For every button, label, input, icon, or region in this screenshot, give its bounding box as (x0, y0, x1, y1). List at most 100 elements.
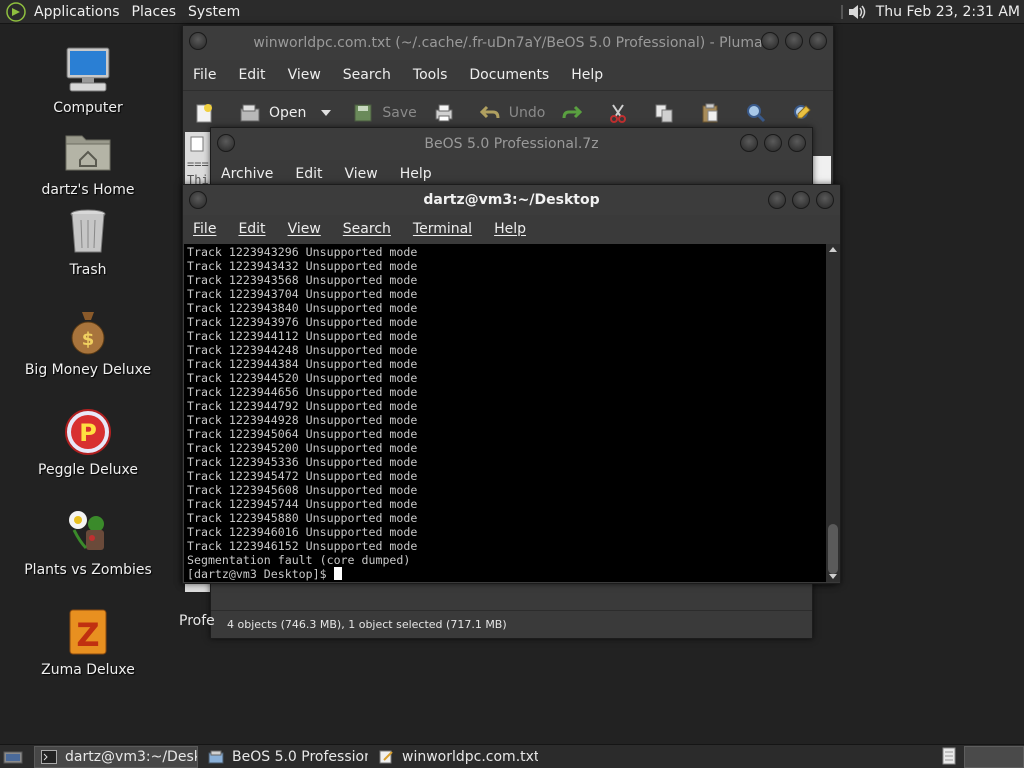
open-folder-icon (240, 104, 260, 121)
terminal-line: Track 1223946152 Unsupported mode (187, 539, 418, 553)
archive-titlebar[interactable]: BeOS 5.0 Professional.7z (211, 128, 812, 160)
menu-help[interactable]: Help (494, 221, 526, 237)
workspace-1[interactable] (964, 746, 1024, 768)
desktop-icon-zuma[interactable]: Z Zuma Deluxe (0, 608, 176, 678)
taskbar-item-archive[interactable]: BeOS 5.0 Profession... (202, 746, 368, 768)
terminal-output[interactable]: Track 1223943296 Unsupported mode Track 1… (184, 244, 826, 582)
scroll-down-icon[interactable] (826, 570, 840, 582)
desktop-icon-trash[interactable]: Trash (0, 208, 176, 278)
replace-button[interactable] (791, 102, 821, 124)
undo-label: Undo (508, 104, 546, 121)
peggle-icon: P (60, 408, 116, 456)
document-scrollbar[interactable] (813, 156, 831, 184)
maximize-button[interactable] (785, 32, 803, 50)
open-label: Open (269, 104, 307, 121)
open-button[interactable]: Open (239, 102, 336, 124)
system-menu[interactable]: System (188, 4, 240, 20)
minimize-button[interactable] (740, 134, 758, 152)
top-panel: Applications Places System Thu Feb 23, 2… (0, 0, 1024, 24)
volume-icon[interactable] (846, 2, 868, 22)
pluma-titlebar[interactable]: winworldpc.com.txt (~/.cache/.fr-uDn7aY/… (183, 26, 833, 60)
minimize-button[interactable] (761, 32, 779, 50)
terminal-line: Track 1223946016 Unsupported mode (187, 525, 418, 539)
menu-archive[interactable]: Archive (221, 166, 273, 182)
menu-edit[interactable]: Edit (238, 221, 265, 237)
terminal-line: Track 1223945064 Unsupported mode (187, 427, 418, 441)
redo-icon (562, 105, 583, 118)
menu-view[interactable]: View (288, 221, 321, 237)
window-menu-button[interactable] (217, 134, 235, 152)
menu-view[interactable]: View (288, 67, 321, 83)
menu-view[interactable]: View (345, 166, 378, 182)
document-tab-icon (190, 136, 204, 152)
save-icon (354, 104, 372, 121)
terminal-line: Track 1223945336 Unsupported mode (187, 455, 418, 469)
menu-help[interactable]: Help (571, 67, 603, 83)
close-button[interactable] (788, 134, 806, 152)
scroll-up-icon[interactable] (826, 244, 840, 256)
new-document-icon (196, 103, 212, 122)
taskbar-item-pluma[interactable]: winworldpc.com.txt ... (372, 746, 538, 768)
trash-icon (60, 208, 116, 256)
computer-icon (60, 46, 116, 94)
menu-search[interactable]: Search (343, 67, 391, 83)
terminal-line: Track 1223945608 Unsupported mode (187, 483, 418, 497)
menu-file[interactable]: File (193, 221, 216, 237)
menu-edit[interactable]: Edit (295, 166, 322, 182)
terminal-line: Track 1223945472 Unsupported mode (187, 469, 418, 483)
terminal-line: Track 1223944792 Unsupported mode (187, 399, 418, 413)
menu-help[interactable]: Help (400, 166, 432, 182)
maximize-button[interactable] (764, 134, 782, 152)
window-menu-button[interactable] (189, 191, 207, 209)
copy-button[interactable] (653, 102, 683, 124)
trash-applet-icon (942, 747, 956, 765)
workspace-switcher[interactable] (940, 746, 958, 768)
terminal-titlebar[interactable]: dartz@vm3:~/Desktop (183, 185, 840, 215)
terminal-line: Track 1223943432 Unsupported mode (187, 259, 418, 273)
distro-logo-icon[interactable] (6, 1, 26, 22)
archive-status-text: 4 objects (746.3 MB), 1 object selected … (227, 618, 507, 631)
taskbar-label: BeOS 5.0 Profession... (232, 748, 368, 765)
cut-button[interactable] (607, 102, 637, 124)
places-menu[interactable]: Places (132, 4, 177, 20)
close-button[interactable] (816, 191, 834, 209)
applications-menu[interactable]: Applications (34, 4, 120, 20)
find-button[interactable] (745, 102, 775, 124)
undo-button[interactable]: Undo (479, 102, 546, 124)
menu-file[interactable]: File (193, 67, 216, 83)
menu-tools[interactable]: Tools (413, 67, 448, 83)
terminal-scrollbar[interactable] (826, 244, 840, 582)
desktop-icon-computer[interactable]: Computer (0, 46, 176, 116)
desktop-icon-plants[interactable]: Plants vs Zombies (0, 508, 176, 578)
paste-button[interactable] (699, 102, 729, 124)
new-document-button[interactable] (193, 102, 223, 124)
minimize-button[interactable] (768, 191, 786, 209)
archive-item-label-fragment: Profe (179, 613, 215, 629)
search-icon (747, 103, 766, 122)
clock[interactable]: Thu Feb 23, 2:31 AM (876, 4, 1020, 20)
menu-edit[interactable]: Edit (238, 67, 265, 83)
show-desktop-button[interactable] (0, 746, 26, 768)
undo-icon (479, 105, 500, 118)
zuma-icon: Z (60, 608, 116, 656)
terminal-scroll-thumb[interactable] (828, 524, 838, 574)
chevron-down-icon[interactable] (316, 106, 336, 120)
save-button[interactable]: Save (352, 102, 417, 124)
svg-text:Z: Z (76, 616, 99, 654)
menu-search[interactable]: Search (343, 221, 391, 237)
desktop-icon-peggle[interactable]: P Peggle Deluxe (0, 408, 176, 478)
window-menu-button[interactable] (189, 32, 207, 50)
terminal-window[interactable]: dartz@vm3:~/Desktop File Edit View Searc… (182, 184, 841, 584)
taskbar-item-terminal[interactable]: dartz@vm3:~/Deskt... (34, 745, 198, 768)
maximize-button[interactable] (792, 191, 810, 209)
print-button[interactable] (433, 102, 463, 124)
redo-button[interactable] (561, 102, 591, 124)
desktop-icon-home[interactable]: dartz's Home (0, 128, 176, 198)
menu-terminal[interactable]: Terminal (413, 221, 472, 237)
close-button[interactable] (809, 32, 827, 50)
paste-icon (702, 103, 718, 122)
scissors-icon (610, 103, 627, 123)
archive-statusbar: 4 objects (746.3 MB), 1 object selected … (211, 610, 812, 638)
menu-documents[interactable]: Documents (469, 67, 549, 83)
desktop-icon-big-money[interactable]: $ Big Money Deluxe (0, 308, 176, 378)
